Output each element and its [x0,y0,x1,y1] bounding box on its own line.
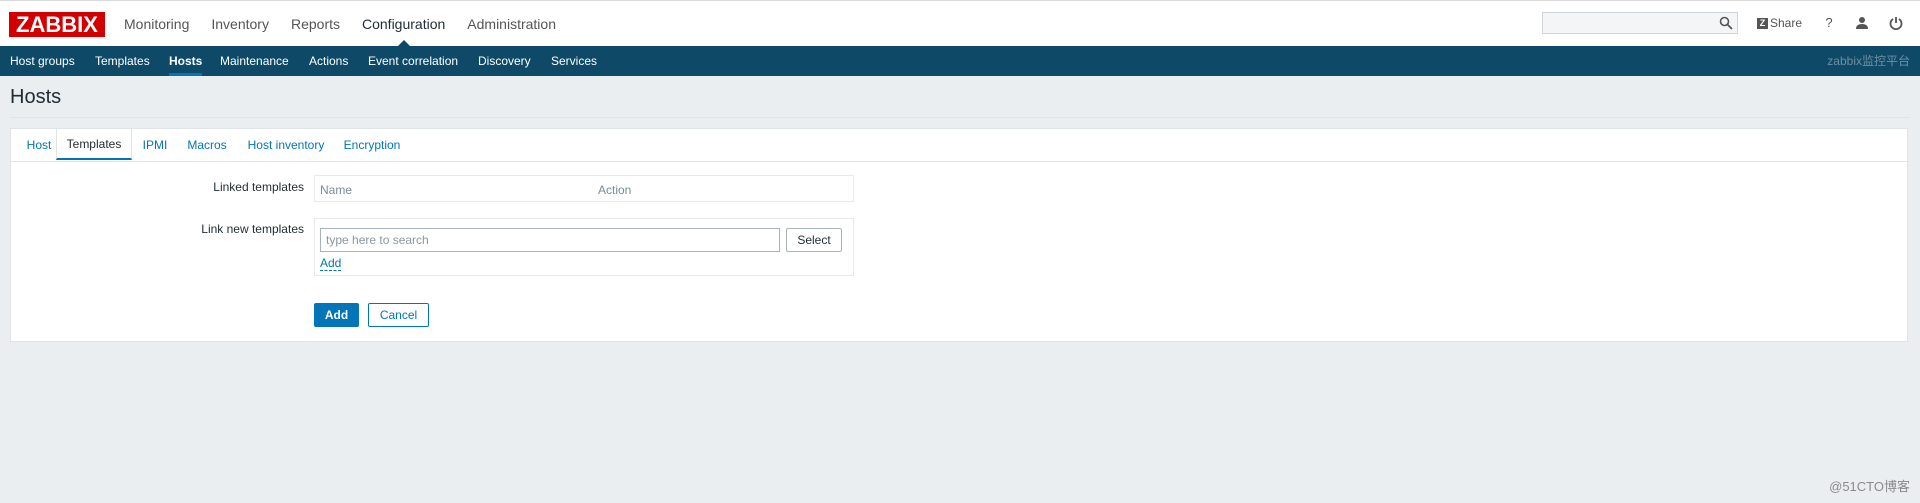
add-template-link[interactable]: Add [320,256,342,271]
linked-templates-table: Name Action [314,175,854,202]
subnav-actions[interactable]: Actions [309,46,348,76]
link-new-templates-label: Link new templates [201,222,304,236]
form-tabs: Host Templates IPMI Macros Host inventor… [11,128,1907,162]
subnav-event-correlation[interactable]: Event correlation [368,46,458,76]
sub-navigation: Host groups Templates Hosts Maintenance … [0,46,1920,76]
top-header: ZABBIX Monitoring Inventory Reports Conf… [0,0,1920,47]
subnav-host-groups[interactable]: Host groups [10,46,75,76]
zabbix-share-icon: Z [1757,17,1768,29]
menu-administration[interactable]: Administration [467,1,556,47]
link-new-templates-box: type here to search Select Add [314,218,854,276]
subnav-hosts[interactable]: Hosts [169,46,203,76]
search-icon[interactable] [1719,16,1733,30]
select-button[interactable]: Select [786,228,842,252]
linked-templates-label: Linked templates [213,180,304,194]
tab-macros[interactable]: Macros [184,129,230,161]
user-profile-icon[interactable] [1854,15,1870,31]
tab-templates[interactable]: Templates [56,128,132,160]
title-divider [10,117,1910,118]
add-button[interactable]: Add [314,303,359,327]
main-menu: Monitoring Inventory Reports Configurati… [124,1,578,47]
tab-ipmi[interactable]: IPMI [140,129,170,161]
menu-inventory[interactable]: Inventory [211,1,269,47]
sign-out-icon[interactable] [1888,15,1904,31]
tab-host[interactable]: Host [21,129,57,161]
tab-host-inventory[interactable]: Host inventory [243,129,329,161]
share-link[interactable]: Z Share [1757,16,1802,30]
menu-monitoring[interactable]: Monitoring [124,1,189,47]
help-icon[interactable]: ? [1821,15,1837,31]
template-search-input[interactable]: type here to search [320,228,780,252]
tab-encryption[interactable]: Encryption [341,129,403,161]
page-title: Hosts [10,86,62,108]
column-name-header: Name [320,183,353,197]
subnav-templates[interactable]: Templates [95,46,150,76]
menu-configuration[interactable]: Configuration [362,1,445,47]
zabbix-logo[interactable]: ZABBIX [9,12,105,37]
column-action-header: Action [598,183,632,197]
subnav-maintenance[interactable]: Maintenance [220,46,289,76]
watermark: @51CTO博客 [1829,479,1910,494]
server-name: zabbix监控平台 [1827,54,1910,68]
host-form-panel: Host Templates IPMI Macros Host inventor… [10,128,1908,342]
subnav-discovery[interactable]: Discovery [478,46,531,76]
cancel-button[interactable]: Cancel [368,303,429,327]
global-search-input[interactable] [1542,12,1738,34]
subnav-services[interactable]: Services [551,46,597,76]
menu-reports[interactable]: Reports [291,1,340,47]
share-label: Share [1770,16,1803,30]
